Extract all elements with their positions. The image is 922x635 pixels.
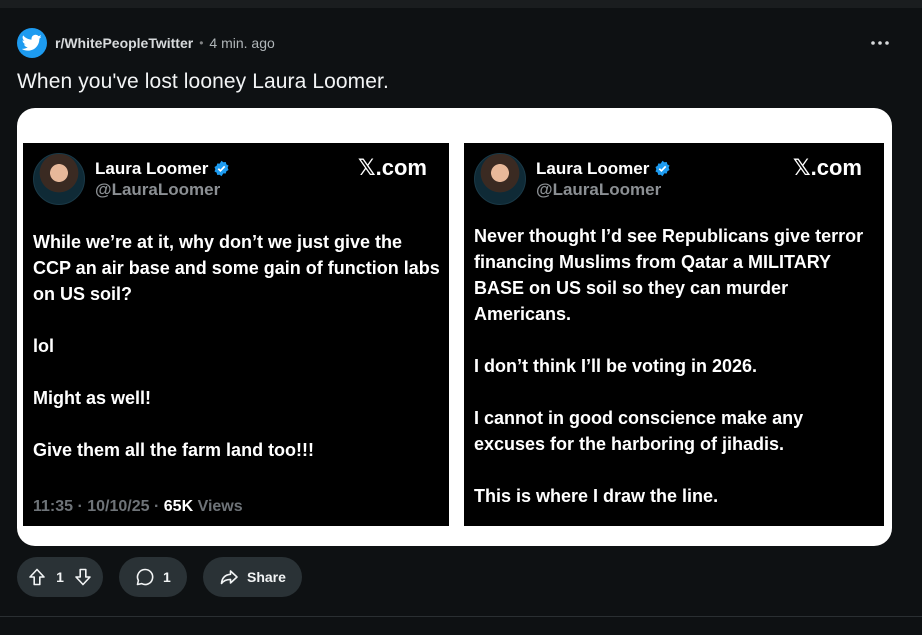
tweet-paragraph: Might as well!	[33, 388, 152, 408]
more-horizontal-icon	[871, 41, 889, 45]
tweet-paragraph: This is where I draw the line.	[474, 486, 719, 506]
share-label: Share	[247, 569, 286, 585]
tweet-screenshot-left: Laura Loomer @LauraLoomer 𝕏.com While we…	[23, 143, 449, 526]
post-title[interactable]: When you've lost looney Laura Loomer.	[17, 70, 389, 94]
tweet-timestamp: 11:35 · 10/10/25 ·	[33, 498, 164, 515]
vote-control: 1	[17, 557, 103, 597]
tweet-header: Laura Loomer @LauraLoomer	[33, 153, 230, 205]
more-options-button[interactable]	[868, 32, 892, 54]
comment-bubble-icon	[135, 567, 155, 587]
tweet-paragraph: lol	[33, 336, 54, 356]
arrow-up-icon[interactable]	[27, 567, 47, 587]
tweet-screenshot-right: Laura Loomer @LauraLoomer 𝕏.com Never th…	[464, 143, 884, 526]
x-logo: 𝕏.com	[792, 155, 862, 180]
subreddit-avatar[interactable]	[17, 28, 47, 58]
tweet-author-name: Laura Loomer	[536, 159, 671, 179]
tweet-paragraph: I cannot in good conscience make any exc…	[474, 408, 804, 454]
tweet-paragraph: Give them all the farm land too!!!	[33, 440, 315, 460]
verified-badge-icon	[213, 160, 230, 177]
post-header: r/WhitePeopleTwitter • 4 min. ago	[17, 28, 275, 58]
post-media-image[interactable]: Laura Loomer @LauraLoomer 𝕏.com While we…	[17, 108, 892, 546]
author-name-text: Laura Loomer	[536, 158, 650, 178]
separator-dot: •	[199, 36, 204, 50]
avatar	[33, 153, 85, 205]
arrow-down-icon[interactable]	[73, 567, 93, 587]
tweet-paragraph: Never thought I’d see Republicans give t…	[474, 226, 864, 324]
tweet-paragraph: I don’t think I’ll be voting in 2026.	[474, 356, 758, 376]
author-name-text: Laura Loomer	[95, 158, 209, 178]
post-time: 4 min. ago	[209, 35, 275, 51]
tweet-meta: 11:35 · 10/10/25 · 65K Views	[33, 498, 243, 516]
comments-button[interactable]: 1	[119, 557, 187, 597]
tweet-header: Laura Loomer @LauraLoomer	[474, 153, 671, 205]
tweet-text: While we’re at it, why don’t we just giv…	[33, 229, 443, 463]
share-button[interactable]: Share	[203, 557, 302, 597]
avatar	[474, 153, 526, 205]
bottom-divider	[0, 616, 922, 617]
tweet-text: Never thought I’d see Republicans give t…	[474, 223, 874, 509]
top-divider	[0, 0, 922, 8]
tweet-views-count: 65K	[163, 498, 194, 515]
vote-count: 1	[56, 569, 64, 585]
share-arrow-icon	[219, 567, 239, 587]
twitter-bird-icon	[22, 34, 42, 52]
comment-count: 1	[163, 569, 171, 585]
verified-badge-icon	[654, 160, 671, 177]
tweet-handle: @LauraLoomer	[95, 179, 221, 199]
tweet-views-label: Views	[193, 498, 243, 515]
x-logo: 𝕏.com	[357, 155, 427, 180]
post-actions: 1 1 Share	[17, 557, 302, 597]
tweet-author-name: Laura Loomer	[95, 159, 230, 179]
subreddit-name[interactable]: r/WhitePeopleTwitter	[55, 35, 193, 51]
tweet-handle: @LauraLoomer	[536, 179, 662, 199]
tweet-paragraph: While we’re at it, why don’t we just giv…	[33, 232, 440, 304]
